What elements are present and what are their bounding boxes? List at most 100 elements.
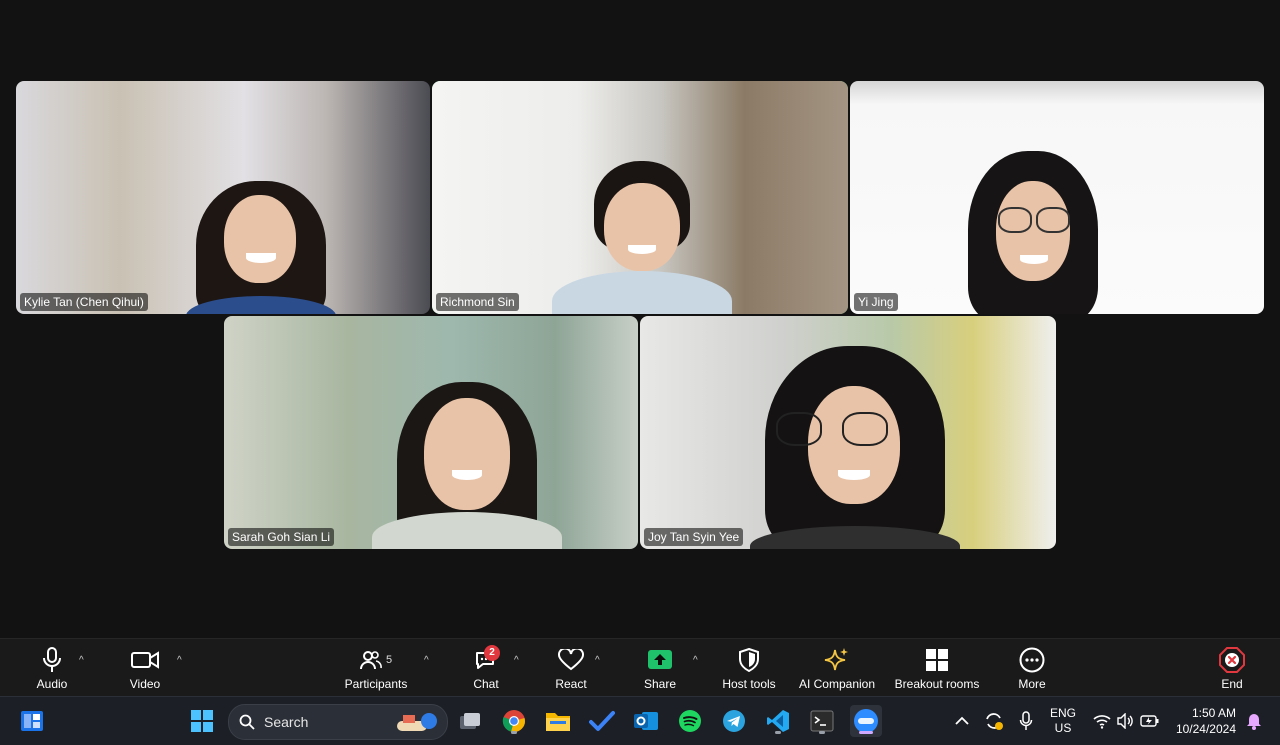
ai-companion-button[interactable]: AI Companion <box>794 647 880 695</box>
video-button[interactable]: Video <box>120 647 170 695</box>
video-tile-yijing[interactable]: Yi Jing <box>850 81 1264 314</box>
telegram-icon <box>723 710 745 732</box>
chat-label: Chat <box>473 677 499 691</box>
zoom-button[interactable] <box>850 705 882 737</box>
sync-icon <box>986 713 1003 730</box>
chrome-button[interactable] <box>498 705 530 737</box>
microphone-icon <box>43 647 61 672</box>
participants-icon <box>359 651 382 670</box>
end-meeting-button[interactable]: End <box>1214 647 1250 695</box>
active-indicator <box>859 731 873 734</box>
chevron-up-icon <box>955 716 969 725</box>
more-button[interactable]: More <box>1012 647 1052 695</box>
clock-time: 1:50 AM <box>1191 706 1236 720</box>
video-tile-richmond[interactable]: Richmond Sin <box>432 81 848 314</box>
share-label: Share <box>643 677 677 691</box>
task-view-button[interactable] <box>454 705 486 737</box>
participant-video <box>968 151 1098 314</box>
sync-status-button[interactable] <box>978 705 1010 737</box>
microphone-icon <box>1019 711 1033 730</box>
task-view-icon <box>460 713 480 729</box>
participants-button[interactable]: 5 Participants <box>340 647 412 695</box>
bell-icon <box>1247 714 1261 730</box>
participant-video <box>740 346 970 549</box>
audio-button[interactable]: Audio <box>28 647 76 695</box>
search-placeholder: Search <box>264 714 309 730</box>
wifi-icon <box>1093 715 1111 729</box>
battery-button[interactable] <box>1134 705 1166 737</box>
outlook-button[interactable] <box>630 705 662 737</box>
heart-icon <box>558 649 584 671</box>
notifications-button[interactable] <box>1238 705 1270 737</box>
search-icon <box>239 714 255 730</box>
terminal-button[interactable] <box>806 705 838 737</box>
language-code: ENG <box>1050 706 1077 720</box>
participant-name: Joy Tan Syin Yee <box>644 528 744 546</box>
show-hidden-icons-button[interactable] <box>946 705 978 737</box>
outlook-icon <box>634 712 658 730</box>
running-indicator <box>775 731 781 734</box>
vscode-icon <box>767 710 789 732</box>
video-label: Video <box>129 677 161 691</box>
start-button[interactable] <box>186 705 218 737</box>
breakout-rooms-icon <box>926 649 948 671</box>
participants-label: Participants <box>344 677 408 691</box>
host-tools-button[interactable]: Host tools <box>718 647 780 695</box>
video-camera-icon <box>131 651 159 669</box>
participant-video <box>552 161 732 314</box>
react-label: React <box>555 677 587 691</box>
audio-options-caret[interactable]: ^ <box>79 655 84 666</box>
participant-name: Sarah Goh Sian Li <box>228 528 335 546</box>
widgets-button[interactable] <box>16 705 48 737</box>
host-tools-label: Host tools <box>722 677 776 691</box>
participant-name: Yi Jing <box>854 293 898 311</box>
video-tile-joy[interactable]: Joy Tan Syin Yee <box>640 316 1056 549</box>
react-button[interactable]: React <box>550 647 592 695</box>
running-indicator <box>819 731 825 734</box>
microphone-tray-button[interactable] <box>1010 705 1042 737</box>
taskbar-search[interactable]: Search <box>228 704 448 740</box>
breakout-rooms-button[interactable]: Breakout rooms <box>888 647 986 695</box>
keyboard-layout: US <box>1054 721 1072 735</box>
spotify-icon <box>679 710 701 732</box>
breakout-rooms-label: Breakout rooms <box>894 677 980 691</box>
end-call-icon <box>1219 647 1245 673</box>
windows-taskbar: Search ENG US 1:50 AM 10/24/2024 <box>0 696 1280 745</box>
participant-video <box>372 382 562 549</box>
clock-date: 10/24/2024 <box>1175 722 1236 736</box>
more-icon <box>1019 647 1045 673</box>
chat-button[interactable]: 2 Chat <box>466 645 506 695</box>
participant-video <box>186 181 336 314</box>
input-language-indicator[interactable]: ENG US <box>1050 706 1076 736</box>
chat-unread-badge: 2 <box>484 645 500 661</box>
participant-name: Richmond Sin <box>436 293 519 311</box>
widgets-icon <box>21 711 43 731</box>
participants-options-caret[interactable]: ^ <box>424 655 429 666</box>
spotify-button[interactable] <box>674 705 706 737</box>
battery-charging-icon <box>1140 715 1159 727</box>
speaker-icon <box>1117 713 1133 729</box>
share-options-caret[interactable]: ^ <box>693 655 698 666</box>
telegram-button[interactable] <box>718 705 750 737</box>
video-gallery: Kylie Tan (Chen Qihui) Richmond Sin Yi J… <box>0 0 1280 638</box>
todo-button[interactable] <box>586 705 618 737</box>
meeting-toolbar: Audio ^ Video ^ 5 Participants ^ 2 Chat … <box>0 638 1280 697</box>
participants-count: 5 <box>385 654 393 666</box>
search-highlight-icon <box>397 713 437 731</box>
terminal-icon <box>810 710 834 732</box>
share-button[interactable]: Share <box>638 647 682 695</box>
more-label: More <box>1018 677 1046 691</box>
video-tile-sarah[interactable]: Sarah Goh Sian Li <box>224 316 638 549</box>
end-label: End <box>1221 677 1243 691</box>
react-options-caret[interactable]: ^ <box>595 655 600 666</box>
video-options-caret[interactable]: ^ <box>177 655 182 666</box>
chat-options-caret[interactable]: ^ <box>514 655 519 666</box>
video-tile-kylie[interactable]: Kylie Tan (Chen Qihui) <box>16 81 430 314</box>
vscode-button[interactable] <box>762 705 794 737</box>
checkmark-icon <box>589 711 615 731</box>
audio-label: Audio <box>36 677 68 691</box>
file-explorer-button[interactable] <box>542 705 574 737</box>
taskbar-clock[interactable]: 1:50 AM 10/24/2024 <box>1176 705 1236 737</box>
running-indicator <box>511 731 517 734</box>
windows-logo-icon <box>191 710 213 732</box>
